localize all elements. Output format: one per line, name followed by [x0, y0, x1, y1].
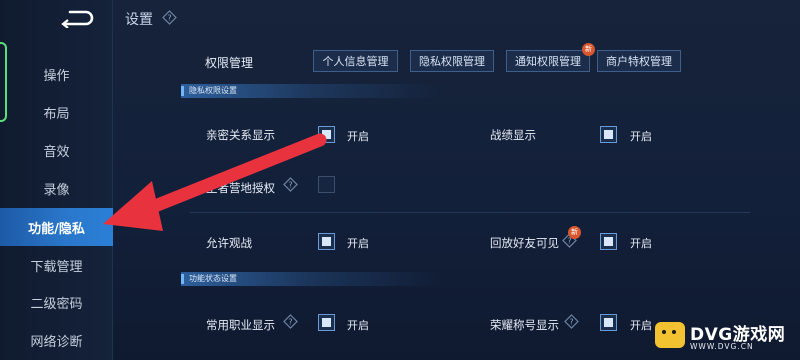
annotation-arrow-icon — [103, 133, 327, 231]
watermark: DVG游戏网 WWW.DVG.CN — [650, 314, 800, 360]
game-controller-logo-icon — [655, 322, 685, 348]
watermark-site: WWW.DVG.CN — [690, 342, 754, 351]
